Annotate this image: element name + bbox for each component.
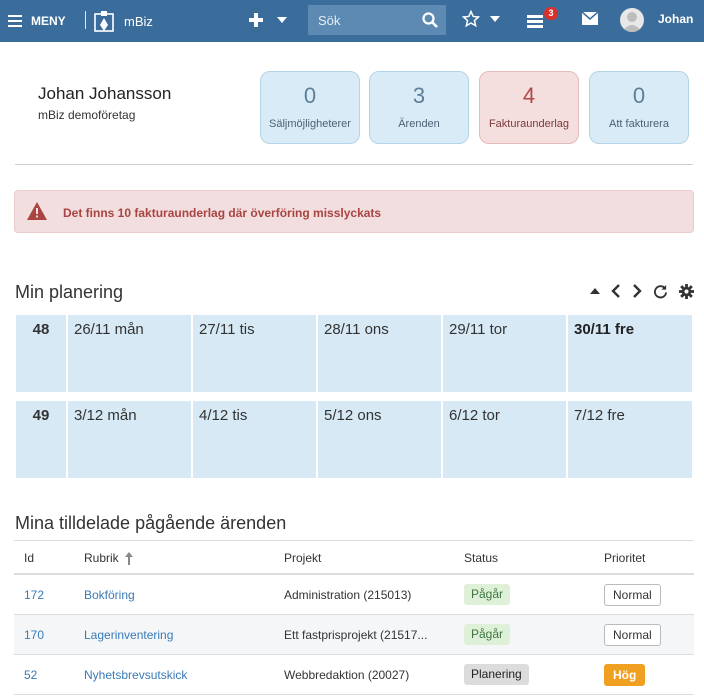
star-icon bbox=[462, 10, 480, 28]
status-badge: Pågår bbox=[464, 584, 511, 605]
week-row: 49 3/12 mån 4/12 tis 5/12 ons 6/12 tor 7… bbox=[16, 401, 692, 478]
top-navbar: MENY mBiz 3 Johan bbox=[0, 0, 704, 42]
stat-att-fakturera[interactable]: 0 Att fakturera bbox=[589, 71, 689, 144]
day-cell[interactable]: 27/11 tis bbox=[193, 315, 316, 392]
tasks-icon bbox=[527, 15, 543, 28]
caret-down-icon bbox=[277, 17, 287, 23]
user-name[interactable]: Johan bbox=[658, 12, 693, 26]
column-header-prioritet[interactable]: Prioritet bbox=[604, 551, 645, 565]
menu-label: MENY bbox=[31, 14, 66, 28]
caret-up-icon bbox=[590, 288, 600, 294]
refresh-icon bbox=[654, 284, 668, 298]
priority-badge: Hög bbox=[604, 664, 646, 686]
logo-icon bbox=[94, 11, 114, 32]
day-cell[interactable]: 29/11 tor bbox=[443, 315, 566, 392]
search-button[interactable] bbox=[414, 5, 446, 35]
stat-arenden[interactable]: 3 Ärenden bbox=[369, 71, 469, 144]
tasks-button[interactable]: 3 bbox=[527, 7, 558, 31]
stat-saljmojligheter[interactable]: 0 Säljmöjligheterer bbox=[260, 71, 360, 144]
case-id[interactable]: 170 bbox=[24, 628, 44, 642]
status-badge: Pågår bbox=[464, 624, 511, 645]
case-projekt: Ett fastprisprojekt (21517... bbox=[284, 628, 428, 642]
week-number: 49 bbox=[16, 401, 66, 478]
day-cell[interactable]: 4/12 tis bbox=[193, 401, 316, 478]
day-cell[interactable]: 26/11 mån bbox=[68, 315, 191, 392]
caret-down-icon bbox=[490, 16, 500, 22]
hamburger-icon bbox=[8, 15, 22, 27]
search-input[interactable] bbox=[308, 5, 408, 35]
stat-value: 4 bbox=[522, 83, 536, 108]
tasks-badge: 3 bbox=[544, 7, 558, 20]
favorites-button[interactable] bbox=[462, 10, 500, 28]
stat-value: 0 bbox=[303, 83, 317, 108]
prev-week-button[interactable] bbox=[611, 284, 621, 298]
table-row[interactable]: 52 Nyhetsbrevsutskick Webbredaktion (200… bbox=[14, 655, 694, 695]
profile-name: Johan Johansson bbox=[38, 84, 172, 103]
case-id[interactable]: 172 bbox=[24, 588, 44, 602]
column-header-rubrik[interactable]: Rubrik bbox=[84, 551, 133, 565]
case-rubrik[interactable]: Lagerinventering bbox=[84, 628, 173, 642]
section-divider bbox=[15, 164, 693, 165]
search-icon bbox=[422, 12, 438, 28]
column-header-label: Rubrik bbox=[84, 551, 119, 565]
case-projekt: Webbredaktion (20027) bbox=[284, 668, 410, 682]
envelope-icon bbox=[582, 12, 598, 25]
stat-fakturaunderlag[interactable]: 4 Fakturaunderlag bbox=[479, 71, 579, 144]
next-week-button[interactable] bbox=[632, 284, 642, 298]
week-row: 48 26/11 mån 27/11 tis 28/11 ons 29/11 t… bbox=[16, 315, 692, 392]
sort-arrow-up-icon bbox=[124, 551, 133, 565]
app-name: mBiz bbox=[124, 13, 153, 29]
app-logo[interactable]: mBiz bbox=[94, 9, 153, 33]
planning-title: Min planering bbox=[15, 282, 124, 302]
stat-label: Att fakturera bbox=[609, 118, 669, 130]
table-row[interactable]: 170 Lagerinventering Ett fastprisprojekt… bbox=[14, 615, 694, 655]
week-number: 48 bbox=[16, 315, 66, 392]
priority-badge: Normal bbox=[604, 584, 661, 606]
stat-label: Ärenden bbox=[398, 118, 440, 130]
collapse-button[interactable] bbox=[590, 288, 600, 294]
add-new-button[interactable] bbox=[249, 10, 287, 30]
case-rubrik[interactable]: Bokföring bbox=[84, 588, 135, 602]
day-cell[interactable]: 6/12 tor bbox=[443, 401, 566, 478]
day-cell[interactable]: 28/11 ons bbox=[318, 315, 441, 392]
case-id[interactable]: 52 bbox=[24, 668, 37, 682]
gear-icon bbox=[679, 283, 694, 299]
day-cell[interactable]: 7/12 fre bbox=[568, 401, 692, 478]
column-header-id[interactable]: Id bbox=[24, 551, 34, 565]
priority-badge: Normal bbox=[604, 624, 661, 646]
row-divider bbox=[14, 694, 694, 695]
day-cell[interactable]: 5/12 ons bbox=[318, 401, 441, 478]
stat-label: Fakturaunderlag bbox=[488, 118, 570, 130]
column-header-projekt[interactable]: Projekt bbox=[284, 551, 321, 565]
nav-divider bbox=[85, 11, 86, 29]
day-cell[interactable]: 3/12 mån bbox=[68, 401, 191, 478]
table-top-border bbox=[14, 540, 694, 541]
menu-button[interactable]: MENY bbox=[8, 11, 66, 31]
messages-button[interactable] bbox=[582, 12, 598, 25]
alert-banner: Det finns 10 fakturaunderlag där överför… bbox=[14, 190, 694, 233]
settings-button[interactable] bbox=[679, 283, 694, 299]
chevron-right-icon bbox=[633, 284, 642, 298]
user-icon bbox=[622, 12, 642, 32]
status-badge: Planering bbox=[464, 664, 529, 685]
case-rubrik[interactable]: Nyhetsbrevsutskick bbox=[84, 668, 187, 682]
table-row[interactable]: 172 Bokföring Administration (215013) På… bbox=[14, 575, 694, 615]
column-header-status[interactable]: Status bbox=[464, 551, 498, 565]
cases-title: Mina tilldelade pågående ärenden bbox=[15, 513, 287, 533]
refresh-button[interactable] bbox=[653, 284, 668, 299]
user-avatar[interactable] bbox=[620, 8, 644, 32]
stat-label: Säljmöjligheterer bbox=[269, 118, 351, 130]
stat-value: 0 bbox=[632, 83, 646, 108]
profile-company: mBiz demoföretag bbox=[38, 108, 136, 122]
case-projekt: Administration (215013) bbox=[284, 588, 412, 602]
chevron-left-icon bbox=[611, 284, 620, 298]
warning-icon bbox=[27, 202, 47, 220]
day-cell-today[interactable]: 30/11 fre bbox=[568, 315, 692, 392]
planning-toolbar bbox=[590, 283, 694, 299]
stat-value: 3 bbox=[412, 83, 426, 108]
plus-icon bbox=[249, 13, 263, 27]
search-box bbox=[308, 5, 414, 35]
alert-text: Det finns 10 fakturaunderlag där överför… bbox=[63, 206, 382, 220]
